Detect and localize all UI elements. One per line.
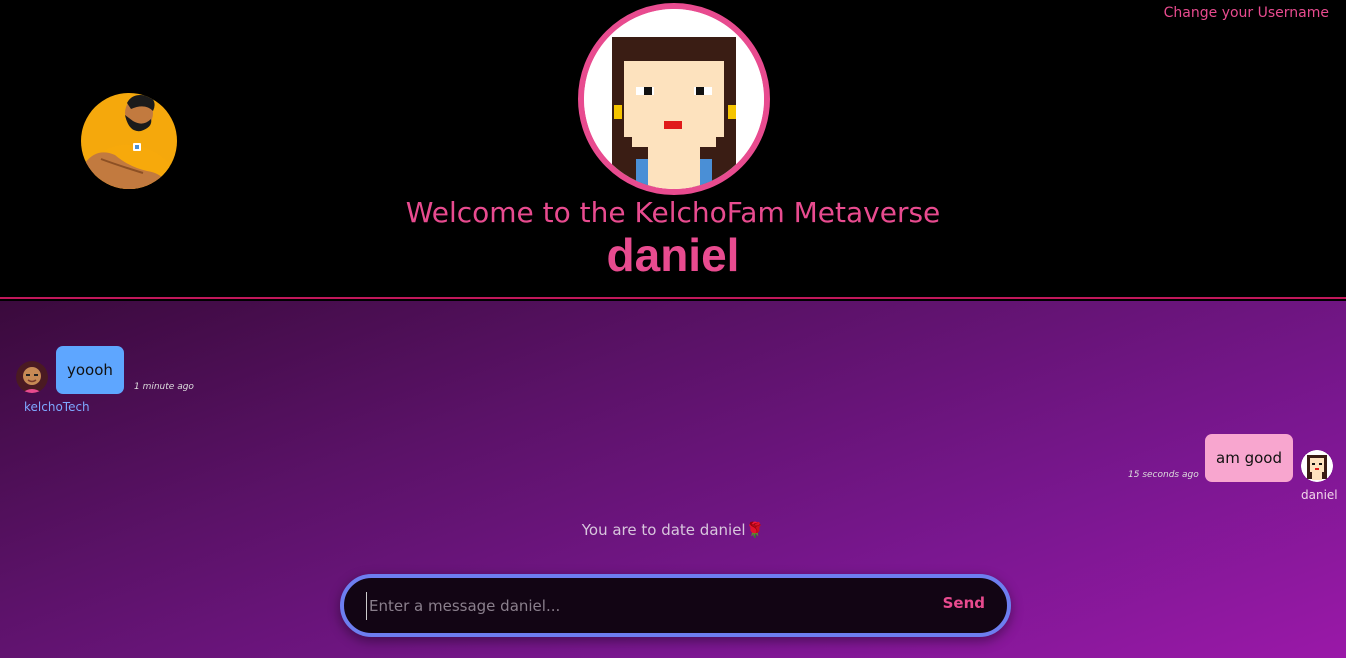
welcome-heading: Welcome to the KelchoFam Metaverse: [405, 196, 941, 229]
message-sender: daniel: [1301, 488, 1338, 502]
pixel-avatar-icon: [1301, 450, 1333, 482]
change-username-link[interactable]: Change your Username: [1164, 5, 1329, 21]
message-timestamp: 15 seconds ago: [1128, 470, 1199, 480]
message-text: yoooh: [67, 361, 113, 379]
page-title-username: daniel: [606, 229, 740, 281]
message-input[interactable]: [366, 592, 906, 620]
message-composer: Send: [340, 574, 1011, 637]
send-button[interactable]: Send: [943, 594, 985, 612]
girl-avatar-icon: [16, 361, 48, 393]
message-timestamp: 1 minute ago: [134, 382, 194, 392]
message-sender: kelchoTech: [24, 400, 90, 414]
brand-logo-icon: [81, 93, 177, 189]
profile-avatar: [578, 3, 770, 195]
message-bubble: am good: [1205, 434, 1293, 482]
match-notice: You are to date daniel🌹: [581, 521, 765, 539]
message-bubble: yoooh: [56, 346, 124, 394]
header: Change your Username Welcome to the Kelc…: [0, 0, 1346, 299]
chat-area: yoooh 1 minute ago kelchoTech 15 seconds…: [0, 301, 1346, 658]
message-text: am good: [1216, 449, 1282, 467]
